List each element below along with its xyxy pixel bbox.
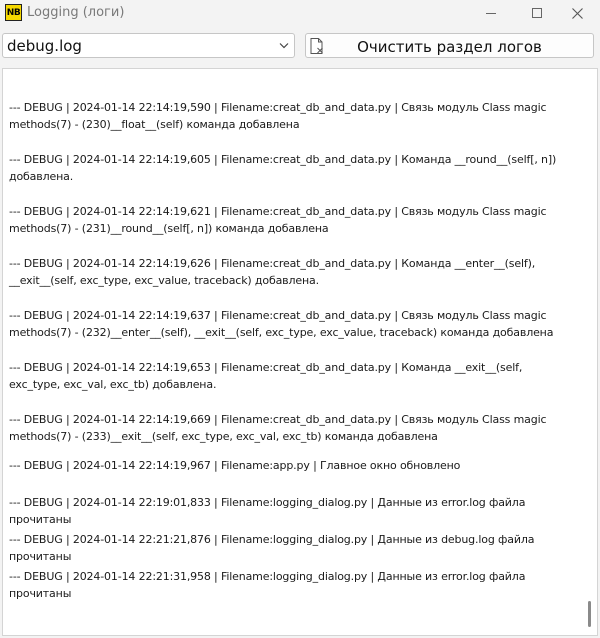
clear-log-button[interactable]: Очистить раздел логов bbox=[305, 33, 594, 58]
log-entry: --- DEBUG | 2024-01-14 22:19:01,833 | Fi… bbox=[9, 496, 526, 526]
minimize-button[interactable] bbox=[468, 0, 514, 26]
close-button[interactable] bbox=[554, 0, 600, 26]
log-file-select[interactable]: debug.log bbox=[2, 33, 295, 58]
clear-log-button-label: Очистить раздел логов bbox=[357, 38, 542, 56]
log-entry: --- DEBUG | 2024-01-14 22:21:31,958 | Fi… bbox=[9, 570, 526, 600]
minimize-icon bbox=[486, 12, 496, 14]
window-title: Logging (логи) bbox=[27, 5, 125, 20]
nb-logo-icon: NB bbox=[5, 4, 22, 21]
log-entry: --- DEBUG | 2024-01-14 22:14:19,653 | Fi… bbox=[9, 361, 523, 391]
log-text-area[interactable]: --- DEBUG | 2024-01-14 22:14:19,590 | Fi… bbox=[2, 68, 598, 636]
log-entry: --- DEBUG | 2024-01-14 22:14:19,621 | Fi… bbox=[9, 205, 547, 235]
log-entry: --- DEBUG | 2024-01-14 22:14:19,590 | Fi… bbox=[9, 101, 547, 131]
log-entry: --- DEBUG | 2024-01-14 22:14:19,626 | Fi… bbox=[9, 257, 536, 287]
vertical-scrollbar[interactable] bbox=[588, 601, 591, 627]
log-entry: --- DEBUG | 2024-01-14 22:21:21,876 | Fi… bbox=[9, 533, 535, 563]
log-entry: --- DEBUG | 2024-01-14 22:14:19,669 | Fi… bbox=[9, 413, 547, 443]
log-entry: --- DEBUG | 2024-01-14 22:14:19,637 | Fi… bbox=[9, 309, 554, 339]
title-bar: NB Logging (логи) bbox=[0, 0, 600, 26]
log-file-select-value: debug.log bbox=[7, 37, 82, 55]
close-icon bbox=[571, 7, 583, 19]
log-entry: --- DEBUG | 2024-01-14 22:14:19,605 | Fi… bbox=[9, 153, 557, 183]
maximize-icon bbox=[532, 8, 542, 18]
log-entry: --- DEBUG | 2024-01-14 22:14:19,967 | Fi… bbox=[9, 459, 461, 472]
chevron-down-icon bbox=[279, 43, 289, 49]
